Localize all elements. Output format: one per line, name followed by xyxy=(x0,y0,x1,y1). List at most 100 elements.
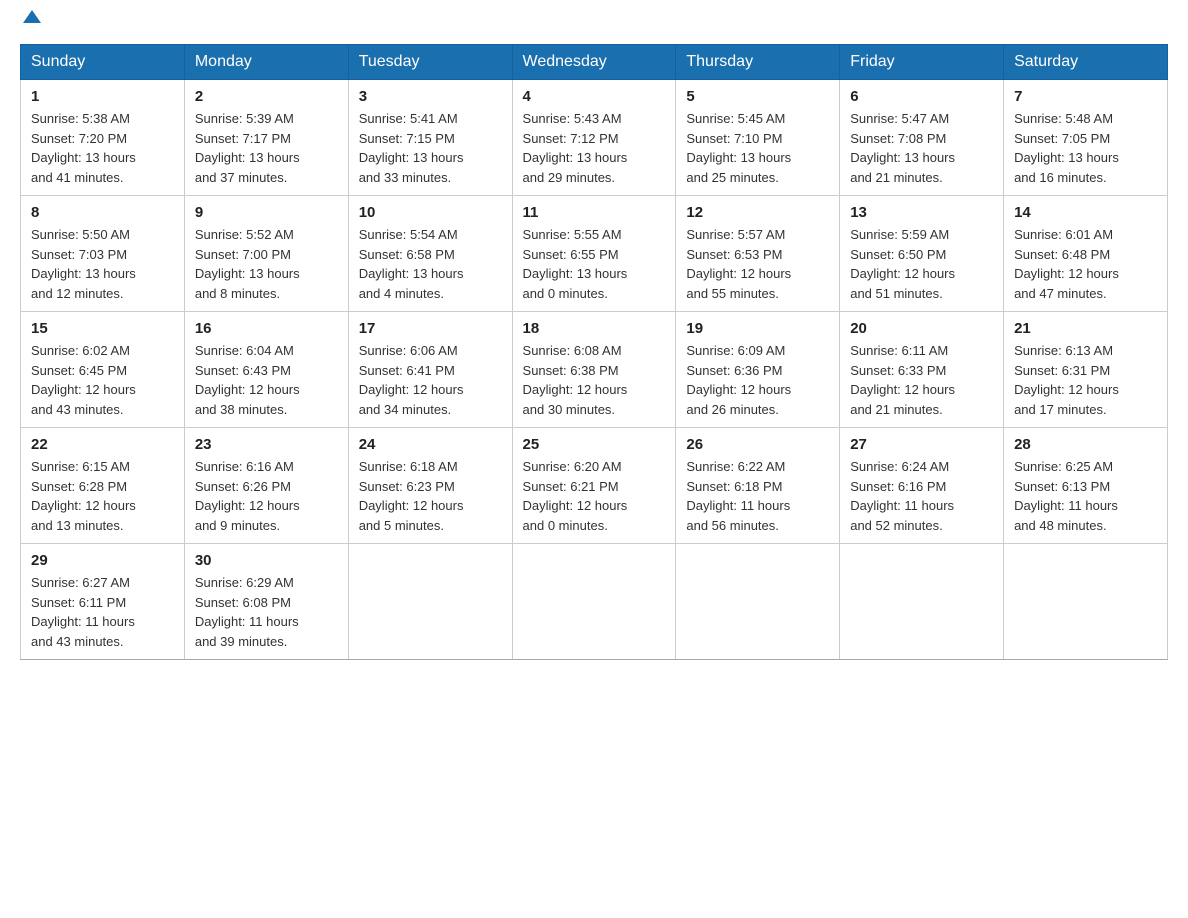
day-number: 26 xyxy=(686,436,829,453)
day-number: 8 xyxy=(31,204,174,221)
day-info: Sunrise: 6:04 AMSunset: 6:43 PMDaylight:… xyxy=(195,341,338,419)
calendar-week-row: 22 Sunrise: 6:15 AMSunset: 6:28 PMDayligh… xyxy=(21,428,1168,544)
day-info: Sunrise: 6:18 AMSunset: 6:23 PMDaylight:… xyxy=(359,457,502,535)
day-info: Sunrise: 6:27 AMSunset: 6:11 PMDaylight:… xyxy=(31,573,174,651)
day-number: 13 xyxy=(850,204,993,221)
calendar-cell: 26 Sunrise: 6:22 AMSunset: 6:18 PMDayligh… xyxy=(676,428,840,544)
header-sunday: Sunday xyxy=(21,45,185,80)
weekday-header-row: Sunday Monday Tuesday Wednesday Thursday… xyxy=(21,45,1168,80)
calendar-cell xyxy=(676,544,840,660)
calendar-cell: 2Sunrise: 5:39 AMSunset: 7:17 PMDaylight… xyxy=(184,80,348,196)
day-number: 24 xyxy=(359,436,502,453)
day-info: Sunrise: 6:20 AMSunset: 6:21 PMDaylight:… xyxy=(523,457,666,535)
day-info: Sunrise: 5:59 AMSunset: 6:50 PMDaylight:… xyxy=(850,225,993,303)
day-number: 15 xyxy=(31,320,174,337)
day-number: 14 xyxy=(1014,204,1157,221)
day-info: Sunrise: 6:02 AMSunset: 6:45 PMDaylight:… xyxy=(31,341,174,419)
day-number: 4 xyxy=(523,88,666,105)
day-info: Sunrise: 6:29 AMSunset: 6:08 PMDaylight:… xyxy=(195,573,338,651)
calendar-cell: 1 Sunrise: 5:38 AMSunset: 7:20 PMDaylight… xyxy=(21,80,185,196)
calendar-cell: 17 Sunrise: 6:06 AMSunset: 6:41 PMDayligh… xyxy=(348,312,512,428)
day-info: Sunrise: 5:41 AMSunset: 7:15 PMDaylight:… xyxy=(359,109,502,187)
day-info: Sunrise: 5:50 AMSunset: 7:03 PMDaylight:… xyxy=(31,225,174,303)
day-info: Sunrise: 6:22 AMSunset: 6:18 PMDaylight:… xyxy=(686,457,829,535)
day-number: 16 xyxy=(195,320,338,337)
day-info: Sunrise: 5:45 AMSunset: 7:10 PMDaylight:… xyxy=(686,109,829,187)
day-number: 11 xyxy=(523,204,666,221)
calendar-cell: 28 Sunrise: 6:25 AMSunset: 6:13 PMDayligh… xyxy=(1004,428,1168,544)
calendar-cell: 6Sunrise: 5:47 AMSunset: 7:08 PMDaylight… xyxy=(840,80,1004,196)
calendar-cell: 5 Sunrise: 5:45 AMSunset: 7:10 PMDaylight… xyxy=(676,80,840,196)
day-info: Sunrise: 6:24 AMSunset: 6:16 PMDaylight:… xyxy=(850,457,993,535)
day-info: Sunrise: 5:39 AMSunset: 7:17 PMDaylight:… xyxy=(195,109,338,187)
calendar-cell: 4 Sunrise: 5:43 AMSunset: 7:12 PMDaylight… xyxy=(512,80,676,196)
calendar-cell: 19 Sunrise: 6:09 AMSunset: 6:36 PMDayligh… xyxy=(676,312,840,428)
calendar-cell: 10 Sunrise: 5:54 AMSunset: 6:58 PMDayligh… xyxy=(348,196,512,312)
day-number: 10 xyxy=(359,204,502,221)
day-info: Sunrise: 5:48 AMSunset: 7:05 PMDaylight:… xyxy=(1014,109,1157,187)
header-wednesday: Wednesday xyxy=(512,45,676,80)
calendar-cell: 20 Sunrise: 6:11 AMSunset: 6:33 PMDayligh… xyxy=(840,312,1004,428)
header-monday: Monday xyxy=(184,45,348,80)
day-info: Sunrise: 5:43 AMSunset: 7:12 PMDaylight:… xyxy=(523,109,666,187)
calendar-cell xyxy=(512,544,676,660)
calendar-cell xyxy=(348,544,512,660)
calendar-cell: 18 Sunrise: 6:08 AMSunset: 6:38 PMDayligh… xyxy=(512,312,676,428)
calendar-cell: 22 Sunrise: 6:15 AMSunset: 6:28 PMDayligh… xyxy=(21,428,185,544)
calendar-cell: 7 Sunrise: 5:48 AMSunset: 7:05 PMDaylight… xyxy=(1004,80,1168,196)
day-number: 6 xyxy=(850,88,993,105)
calendar-cell xyxy=(1004,544,1168,660)
day-info: Sunrise: 6:25 AMSunset: 6:13 PMDaylight:… xyxy=(1014,457,1157,535)
day-info: Sunrise: 6:16 AMSunset: 6:26 PMDaylight:… xyxy=(195,457,338,535)
day-number: 22 xyxy=(31,436,174,453)
day-number: 5 xyxy=(686,88,829,105)
day-info: Sunrise: 5:54 AMSunset: 6:58 PMDaylight:… xyxy=(359,225,502,303)
day-info: Sunrise: 5:55 AMSunset: 6:55 PMDaylight:… xyxy=(523,225,666,303)
day-info: Sunrise: 5:52 AMSunset: 7:00 PMDaylight:… xyxy=(195,225,338,303)
day-info: Sunrise: 6:08 AMSunset: 6:38 PMDaylight:… xyxy=(523,341,666,419)
day-info: Sunrise: 6:15 AMSunset: 6:28 PMDaylight:… xyxy=(31,457,174,535)
calendar-week-row: 1 Sunrise: 5:38 AMSunset: 7:20 PMDaylight… xyxy=(21,80,1168,196)
calendar-cell: 25 Sunrise: 6:20 AMSunset: 6:21 PMDayligh… xyxy=(512,428,676,544)
day-number: 29 xyxy=(31,552,174,569)
day-info: Sunrise: 6:09 AMSunset: 6:36 PMDaylight:… xyxy=(686,341,829,419)
day-number: 21 xyxy=(1014,320,1157,337)
calendar-cell: 12Sunrise: 5:57 AMSunset: 6:53 PMDayligh… xyxy=(676,196,840,312)
day-number: 28 xyxy=(1014,436,1157,453)
calendar-cell: 15 Sunrise: 6:02 AMSunset: 6:45 PMDayligh… xyxy=(21,312,185,428)
calendar-week-row: 8 Sunrise: 5:50 AMSunset: 7:03 PMDaylight… xyxy=(21,196,1168,312)
calendar-cell: 9 Sunrise: 5:52 AMSunset: 7:00 PMDaylight… xyxy=(184,196,348,312)
day-number: 7 xyxy=(1014,88,1157,105)
header-tuesday: Tuesday xyxy=(348,45,512,80)
day-number: 1 xyxy=(31,88,174,105)
day-number: 27 xyxy=(850,436,993,453)
day-number: 20 xyxy=(850,320,993,337)
logo-triangle-icon xyxy=(23,10,41,23)
calendar-cell: 29 Sunrise: 6:27 AMSunset: 6:11 PMDayligh… xyxy=(21,544,185,660)
day-info: Sunrise: 6:06 AMSunset: 6:41 PMDaylight:… xyxy=(359,341,502,419)
day-info: Sunrise: 5:38 AMSunset: 7:20 PMDaylight:… xyxy=(31,109,174,187)
day-number: 23 xyxy=(195,436,338,453)
day-info: Sunrise: 6:01 AMSunset: 6:48 PMDaylight:… xyxy=(1014,225,1157,303)
day-number: 9 xyxy=(195,204,338,221)
day-number: 19 xyxy=(686,320,829,337)
page-header xyxy=(20,20,1168,24)
calendar-cell: 3Sunrise: 5:41 AMSunset: 7:15 PMDaylight… xyxy=(348,80,512,196)
day-info: Sunrise: 5:57 AMSunset: 6:53 PMDaylight:… xyxy=(686,225,829,303)
header-thursday: Thursday xyxy=(676,45,840,80)
calendar-cell: 11 Sunrise: 5:55 AMSunset: 6:55 PMDayligh… xyxy=(512,196,676,312)
day-info: Sunrise: 6:11 AMSunset: 6:33 PMDaylight:… xyxy=(850,341,993,419)
calendar-cell xyxy=(840,544,1004,660)
day-number: 25 xyxy=(523,436,666,453)
day-number: 30 xyxy=(195,552,338,569)
day-number: 17 xyxy=(359,320,502,337)
calendar-cell: 21Sunrise: 6:13 AMSunset: 6:31 PMDayligh… xyxy=(1004,312,1168,428)
calendar-cell: 23 Sunrise: 6:16 AMSunset: 6:26 PMDayligh… xyxy=(184,428,348,544)
header-friday: Friday xyxy=(840,45,1004,80)
day-number: 18 xyxy=(523,320,666,337)
calendar-cell: 13 Sunrise: 5:59 AMSunset: 6:50 PMDayligh… xyxy=(840,196,1004,312)
calendar-week-row: 15 Sunrise: 6:02 AMSunset: 6:45 PMDayligh… xyxy=(21,312,1168,428)
calendar-cell: 30 Sunrise: 6:29 AMSunset: 6:08 PMDayligh… xyxy=(184,544,348,660)
calendar-cell: 14 Sunrise: 6:01 AMSunset: 6:48 PMDayligh… xyxy=(1004,196,1168,312)
header-saturday: Saturday xyxy=(1004,45,1168,80)
